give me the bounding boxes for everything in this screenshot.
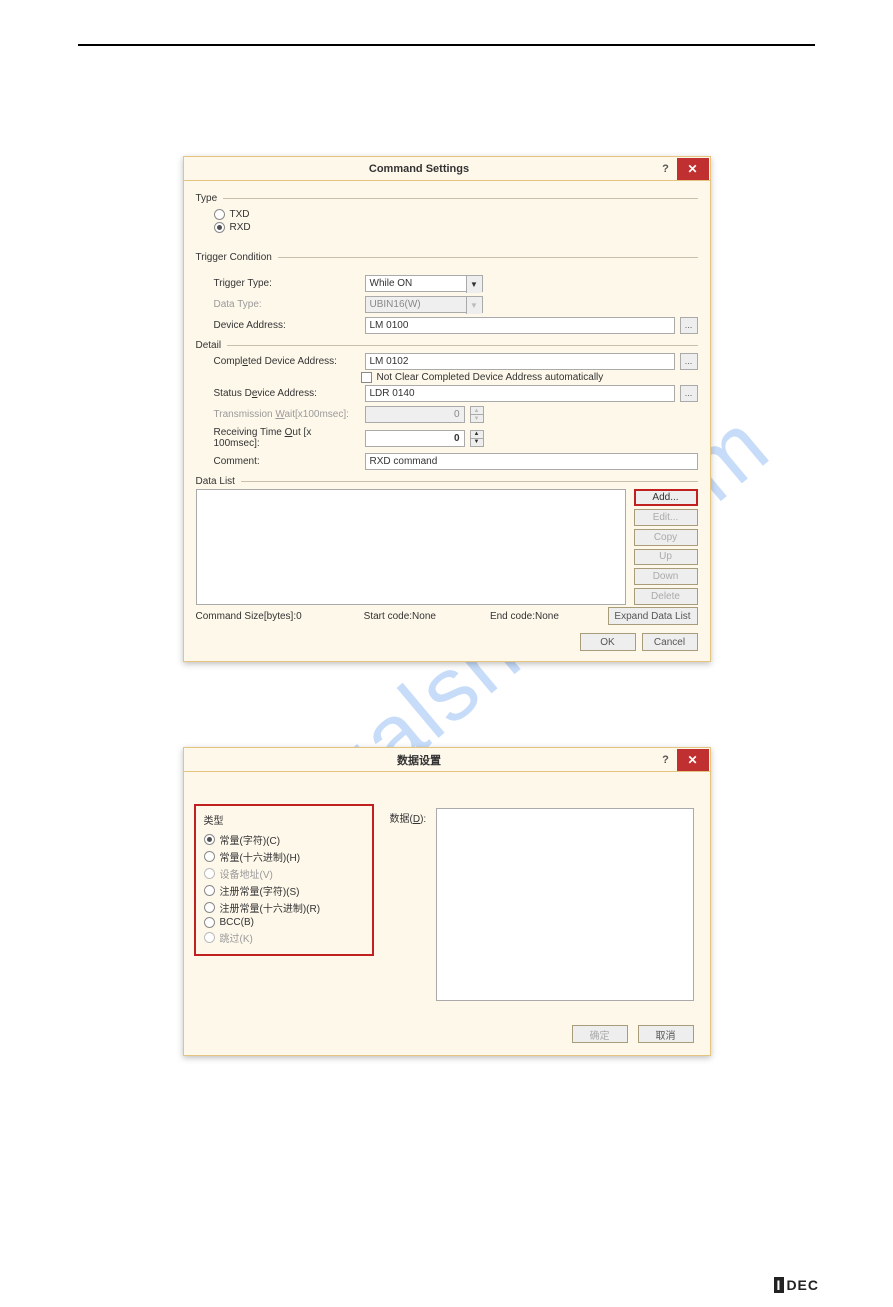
data-type-label: Data Type: xyxy=(214,299,359,310)
edit-button: Edit... xyxy=(634,509,698,526)
idec-logo: IDEC xyxy=(774,1277,819,1293)
type-txd-radio[interactable]: TXD xyxy=(214,208,698,221)
recv-timeout-spinner[interactable]: ▲▼ xyxy=(470,430,484,447)
copy-button: Copy xyxy=(634,529,698,546)
trans-wait-spinner: ▲▼ xyxy=(470,406,484,423)
data-settings-dialog: 数据设置 ? ✕ 类型 常量(字符)(C) 常量(十六进制)(H) 设备地址(V… xyxy=(183,747,711,1056)
type-skip-radio: 跳过(K) xyxy=(204,929,364,946)
close-icon[interactable]: ✕ xyxy=(677,158,709,180)
chevron-down-icon: ▼ xyxy=(466,297,482,314)
type-const-hex-radio[interactable]: 常量(十六进制)(H) xyxy=(204,848,364,865)
data-textarea[interactable] xyxy=(436,808,694,1001)
chevron-down-icon: ▼ xyxy=(466,276,482,293)
type-reg-const-char-radio[interactable]: 注册常量(字符)(S) xyxy=(204,882,364,899)
comment-input[interactable]: RXD command xyxy=(365,453,698,470)
trigger-section-label: Trigger Condition xyxy=(196,252,272,263)
cancel-button[interactable]: Cancel xyxy=(642,633,698,651)
completed-addr-browse[interactable]: … xyxy=(680,353,698,370)
data-type-select: UBIN16(W) ▼ xyxy=(365,296,483,313)
type-reg-const-hex-radio[interactable]: 注册常量(十六进制)(R) xyxy=(204,899,364,916)
device-address-label: Device Address: xyxy=(214,320,359,331)
data-label: 数据(D): xyxy=(390,810,427,825)
type-rxd-radio[interactable]: RXD xyxy=(214,221,698,234)
device-address-input[interactable]: LM 0100 xyxy=(365,317,675,334)
status-addr-browse[interactable]: … xyxy=(680,385,698,402)
recv-timeout-label: Receiving Time Out [x 100msec]: xyxy=(214,427,359,449)
confirm-button: 确定 xyxy=(572,1025,628,1043)
detail-section-label: Detail xyxy=(196,340,222,351)
not-clear-checkbox[interactable]: Not Clear Completed Device Address autom… xyxy=(196,372,698,383)
expand-datalist-button[interactable]: Expand Data List xyxy=(608,607,698,625)
completed-addr-label: Completed Device Address: xyxy=(214,356,359,367)
down-button: Down xyxy=(634,568,698,585)
end-code-label: End code:None xyxy=(490,611,559,622)
type-device-addr-radio: 设备地址(V) xyxy=(204,865,364,882)
device-address-browse[interactable]: … xyxy=(680,317,698,334)
delete-button: Delete xyxy=(634,588,698,605)
completed-addr-input[interactable]: LM 0102 xyxy=(365,353,675,370)
type-bcc-radio[interactable]: BCC(B) xyxy=(204,916,364,929)
command-settings-dialog: Command Settings ? ✕ Type TXD RXD Trigge… xyxy=(183,156,711,662)
status-addr-label: Status Device Address: xyxy=(214,388,359,399)
ok-button[interactable]: OK xyxy=(580,633,636,651)
comment-label: Comment: xyxy=(214,456,359,467)
dialog1-title: Command Settings xyxy=(184,163,655,175)
trigger-type-select[interactable]: While ON ▼ xyxy=(365,275,483,292)
help-button[interactable]: ? xyxy=(655,163,677,175)
help-button[interactable]: ? xyxy=(655,754,677,766)
start-code-label: Start code:None xyxy=(364,611,436,622)
status-addr-input[interactable]: LDR 0140 xyxy=(365,385,675,402)
type-const-char-radio[interactable]: 常量(字符)(C) xyxy=(204,831,364,848)
cancel-button[interactable]: 取消 xyxy=(638,1025,694,1043)
trans-wait-label: Transmission Wait[x100msec]: xyxy=(214,409,359,420)
up-button: Up xyxy=(634,549,698,566)
dialog2-title: 数据设置 xyxy=(184,752,655,768)
type-radio-group: 类型 常量(字符)(C) 常量(十六进制)(H) 设备地址(V) 注册常量(字符… xyxy=(194,804,374,956)
data-list-area[interactable] xyxy=(196,489,626,605)
datalist-section-label: Data List xyxy=(196,476,235,487)
trans-wait-input: 0 xyxy=(365,406,465,423)
close-icon[interactable]: ✕ xyxy=(677,749,709,771)
type-group-label: 类型 xyxy=(204,812,364,827)
trigger-type-label: Trigger Type: xyxy=(214,278,359,289)
type-section-label: Type xyxy=(196,193,218,204)
add-button[interactable]: Add... xyxy=(634,489,698,506)
command-size-label: Command Size[bytes]:0 xyxy=(196,611,302,622)
recv-timeout-input[interactable]: 0 xyxy=(365,430,465,447)
